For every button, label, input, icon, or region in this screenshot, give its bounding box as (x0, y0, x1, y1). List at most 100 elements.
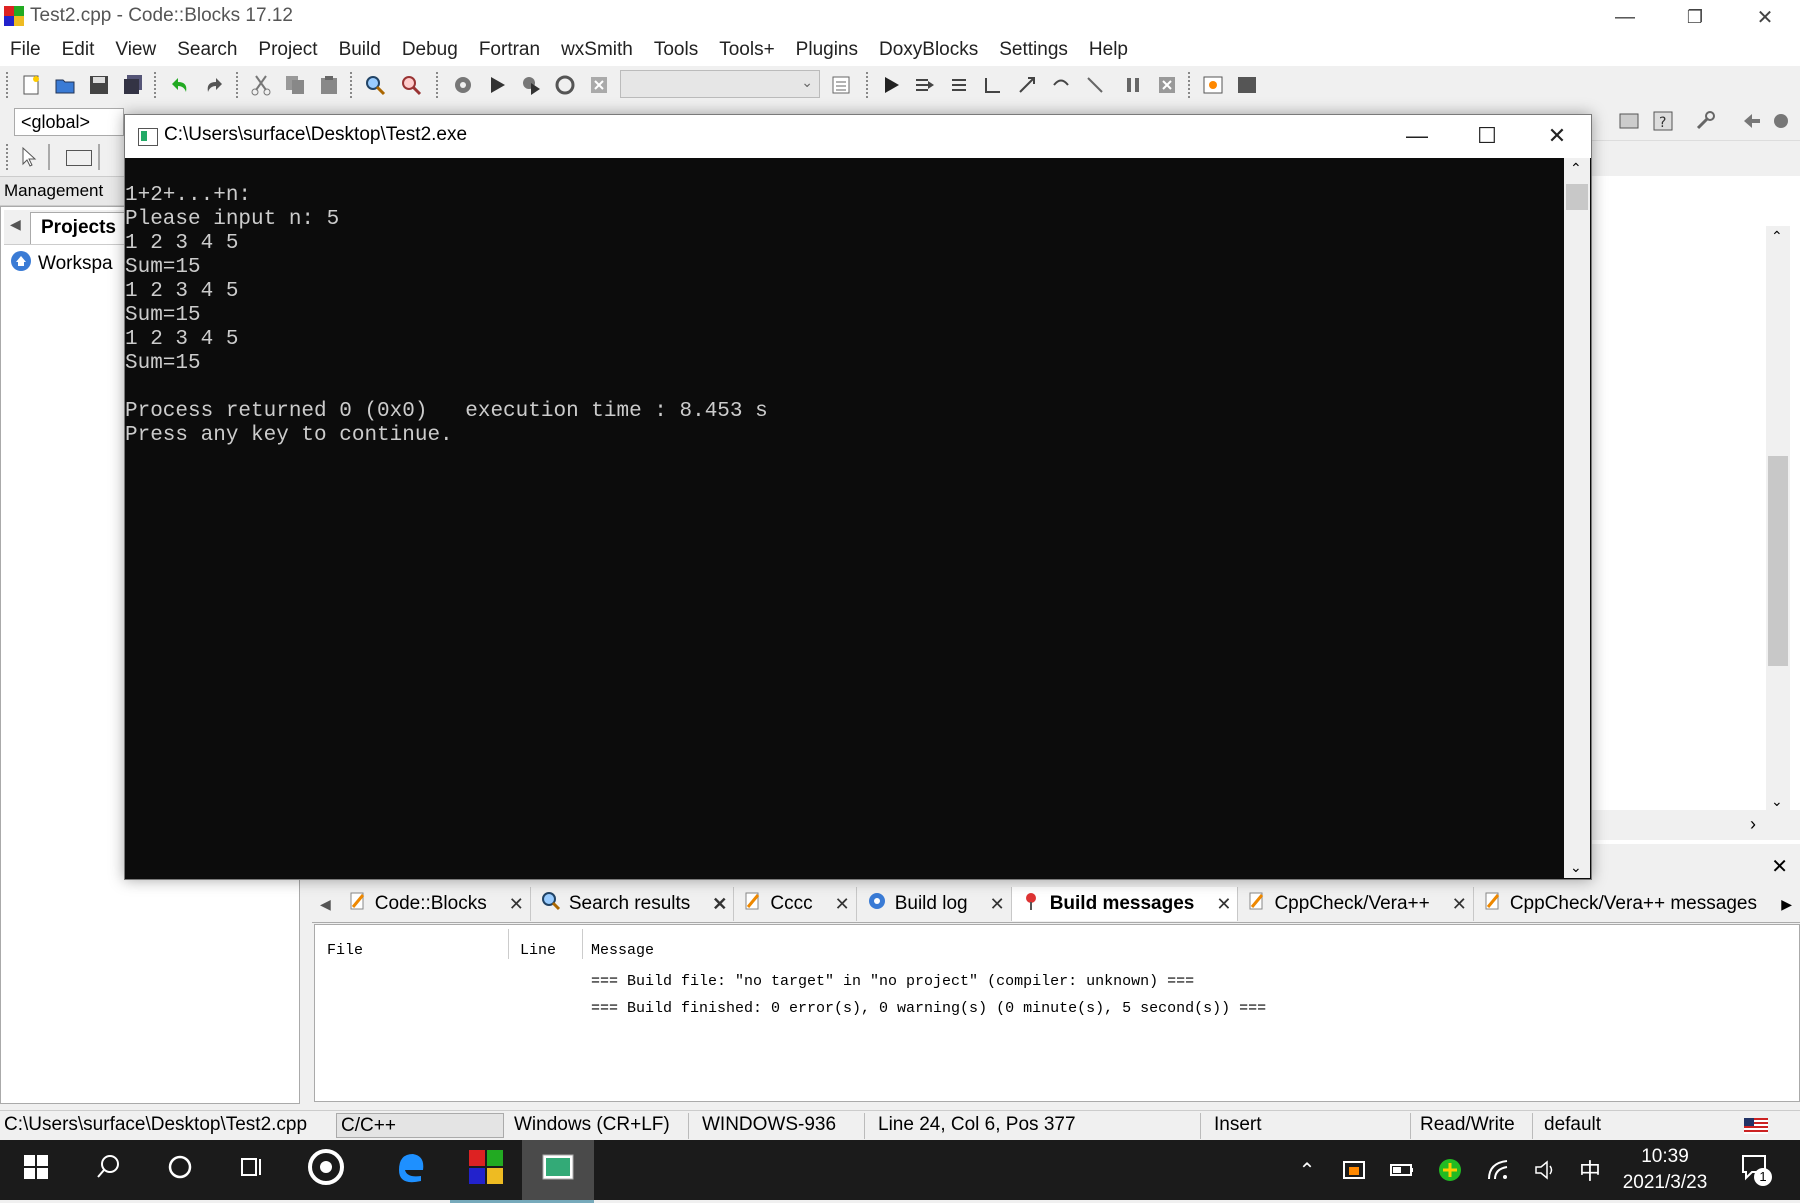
menu-fortran[interactable]: Fortran (479, 39, 540, 61)
record-icon[interactable] (1774, 114, 1788, 128)
scope-combobox[interactable]: <global> (14, 108, 124, 136)
menu-settings[interactable]: Settings (999, 39, 1068, 61)
build-message-row[interactable]: === Build finished: 0 error(s), 0 warnin… (591, 1000, 1266, 1017)
search-button[interactable] (72, 1140, 144, 1200)
logs-close-icon[interactable]: ✕ (1771, 854, 1788, 879)
column-file[interactable]: File (327, 942, 363, 959)
step-instruction-icon[interactable] (1084, 74, 1106, 96)
action-center-button[interactable]: 1 (1730, 1140, 1780, 1200)
column-line[interactable]: Line (520, 942, 556, 959)
display-icon[interactable] (1618, 110, 1640, 132)
pointer-icon[interactable] (20, 146, 40, 168)
tab-cccc[interactable]: Cccc ✕ (734, 887, 857, 921)
taskbar-app-edge[interactable] (374, 1140, 446, 1200)
tab-codeblocks-log[interactable]: Code::Blocks ✕ (339, 887, 531, 921)
tab-cppcheck-vera[interactable]: CppCheck/Vera++ ✕ (1238, 887, 1474, 921)
wrench-icon[interactable] (1694, 110, 1716, 132)
step-out-icon[interactable] (1016, 74, 1038, 96)
paste-icon[interactable] (318, 74, 340, 96)
debug-run-icon[interactable] (880, 74, 902, 96)
scroll-down-icon[interactable]: ⌄ (1771, 793, 1783, 810)
next-line-icon[interactable] (948, 74, 970, 96)
undo-icon[interactable] (168, 74, 190, 96)
start-button[interactable] (0, 1140, 72, 1200)
toolbar-grip[interactable] (6, 72, 11, 98)
tray-clock-date[interactable]: 2021/3/23 (1605, 1172, 1725, 1194)
tray-app-plus-icon[interactable] (1432, 1140, 1468, 1200)
scroll-right-icon[interactable]: › (1750, 814, 1756, 835)
menu-help[interactable]: Help (1089, 39, 1128, 61)
restore-button[interactable]: ❐ (1660, 0, 1730, 34)
tray-volume-icon[interactable] (1528, 1140, 1564, 1200)
run-to-cursor-icon[interactable] (914, 74, 936, 96)
replace-icon[interactable] (400, 74, 422, 96)
rebuild-icon[interactable] (554, 74, 576, 96)
tab-search-results[interactable]: Search results ✕ (531, 887, 735, 921)
next-instruction-icon[interactable] (1050, 74, 1072, 96)
debug-windows-icon[interactable] (1202, 74, 1224, 96)
tab-cppcheck-vera-messages[interactable]: CppCheck/Vera++ messages (1474, 887, 1763, 921)
scroll-down-icon[interactable]: ⌄ (1570, 859, 1582, 876)
run-icon[interactable] (486, 74, 508, 96)
menu-search[interactable]: Search (177, 39, 237, 61)
new-file-icon[interactable] (20, 74, 42, 96)
build-message-row[interactable]: === Build file: "no target" in "no proje… (591, 973, 1194, 990)
console-scroll-thumb[interactable] (1566, 184, 1588, 210)
tab-build-messages[interactable]: Build messages ✕ (1011, 887, 1239, 921)
step-into-icon[interactable] (982, 74, 1004, 96)
tab-build-log[interactable]: Build log ✕ (857, 887, 1012, 921)
open-file-icon[interactable] (54, 74, 76, 96)
tray-battery-icon[interactable] (1384, 1140, 1420, 1200)
debug-info-icon[interactable] (1236, 74, 1258, 96)
tray-wifi-icon[interactable] (1480, 1140, 1516, 1200)
tab-scroll-left-icon[interactable]: ◀ (10, 216, 21, 233)
menu-edit[interactable]: Edit (62, 39, 95, 61)
tray-clock-time[interactable]: 10:39 (1605, 1146, 1725, 1168)
back-arrow-icon[interactable] (1740, 110, 1762, 132)
help-icon[interactable]: ? (1652, 110, 1674, 132)
tab-scroll-right-icon[interactable]: ▶ (1781, 896, 1792, 913)
column-message[interactable]: Message (591, 942, 654, 959)
scroll-up-icon[interactable]: ⌃ (1771, 228, 1783, 245)
close-icon[interactable]: ✕ (835, 894, 850, 915)
taskbar-app-codeblocks[interactable] (450, 1140, 522, 1203)
column-divider[interactable] (582, 929, 583, 959)
save-all-icon[interactable] (122, 74, 144, 96)
close-icon[interactable]: ✕ (509, 894, 524, 915)
build-target-combobox[interactable]: ⌄ (620, 70, 820, 98)
workspace-tree-item[interactable]: Workspa (10, 250, 113, 278)
abort-icon[interactable] (588, 74, 610, 96)
redo-icon[interactable] (204, 74, 226, 96)
menu-plugins[interactable]: Plugins (796, 39, 858, 61)
console-minimize-button[interactable]: — (1382, 114, 1452, 158)
console-output[interactable]: 1+2+...+n: Please input n: 51 2 3 4 5 Sum=… (125, 160, 1563, 878)
close-icon[interactable]: ✕ (990, 894, 1005, 915)
tab-scroll-left-icon[interactable]: ◀ (312, 896, 339, 913)
editor-scroll-thumb[interactable] (1768, 456, 1788, 666)
copy-icon[interactable] (284, 74, 306, 96)
minimize-button[interactable]: — (1590, 0, 1660, 34)
build-gear-icon[interactable] (452, 74, 474, 96)
menu-file[interactable]: File (10, 39, 41, 61)
pause-icon[interactable] (1122, 74, 1144, 96)
task-view-button[interactable] (216, 1140, 288, 1200)
tray-ime-indicator[interactable]: 中 (1572, 1140, 1608, 1200)
close-icon[interactable]: ✕ (1216, 894, 1231, 915)
editor-hscroll[interactable]: › (1590, 810, 1800, 840)
close-button[interactable]: ✕ (1730, 0, 1800, 34)
tab-projects[interactable]: Projects (30, 212, 126, 244)
menu-tools-plus[interactable]: Tools+ (719, 39, 774, 61)
menu-tools[interactable]: Tools (654, 39, 698, 61)
find-icon[interactable] (364, 74, 386, 96)
menu-wxsmith[interactable]: wxSmith (561, 39, 633, 61)
tray-device-icon[interactable] (1336, 1140, 1372, 1200)
cut-icon[interactable] (250, 74, 272, 96)
column-divider[interactable] (508, 929, 509, 959)
select-target-icon[interactable] (830, 74, 852, 96)
menu-debug[interactable]: Debug (402, 39, 458, 61)
console-vertical-scrollbar[interactable]: ⌃ ⌄ (1564, 158, 1590, 878)
cortana-button[interactable] (144, 1140, 216, 1200)
console-maximize-button[interactable]: ☐ (1452, 114, 1522, 158)
menu-view[interactable]: View (115, 39, 156, 61)
stop-debug-icon[interactable] (1156, 74, 1178, 96)
